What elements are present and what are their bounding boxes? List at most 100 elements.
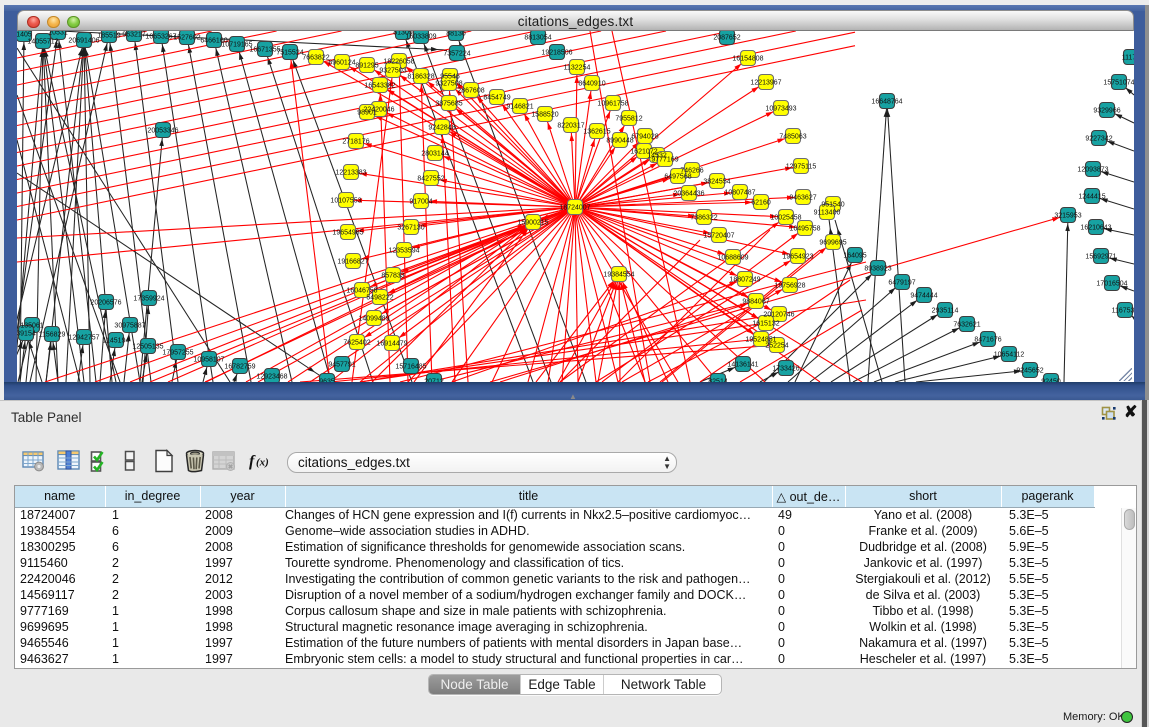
svg-text:8640910: 8640910 — [578, 81, 605, 88]
svg-text:8186328: 8186328 — [407, 74, 434, 81]
svg-text:10688609: 10688609 — [717, 255, 748, 262]
svg-text:16046758: 16046758 — [346, 288, 377, 295]
svg-text:7485063: 7485063 — [779, 134, 806, 141]
svg-text:95546: 95546 — [440, 74, 460, 81]
svg-text:8938923: 8938923 — [864, 266, 891, 273]
svg-text:7632621: 7632621 — [953, 322, 980, 329]
svg-text:19384554: 19384554 — [603, 272, 634, 279]
svg-text:2803144: 2803144 — [421, 151, 448, 158]
svg-text:1588520: 1588520 — [531, 112, 558, 119]
svg-text:10653267: 10653267 — [145, 34, 176, 41]
svg-text:1527602: 1527602 — [173, 35, 200, 42]
svg-text:20691406: 20691406 — [68, 38, 99, 45]
svg-text:20053346: 20053346 — [147, 128, 178, 135]
svg-text:7357224: 7357224 — [443, 51, 470, 58]
svg-text:12353594: 12353594 — [388, 248, 419, 255]
svg-text:8471676: 8471676 — [974, 337, 1001, 344]
svg-text:19166827: 19166827 — [337, 259, 368, 266]
svg-text:(x): (x) — [256, 457, 269, 469]
svg-text:7386322: 7386322 — [690, 215, 717, 222]
svg-text:19756928: 19756928 — [774, 283, 805, 290]
svg-text:20364436: 20364436 — [673, 191, 704, 198]
svg-text:14099489: 14099489 — [358, 316, 389, 323]
svg-text:12923468: 12923468 — [256, 374, 287, 381]
svg-text:8220317: 8220317 — [557, 123, 584, 130]
svg-text:9146821: 9146821 — [506, 104, 533, 111]
svg-text:7955812: 7955812 — [615, 116, 642, 123]
svg-text:6497568: 6497568 — [664, 174, 691, 181]
svg-text:9113400: 9113400 — [814, 210, 841, 217]
svg-text:12975115: 12975115 — [786, 164, 817, 171]
svg-text:16914479: 16914479 — [376, 341, 407, 348]
svg-text:88130: 88130 — [446, 31, 466, 38]
svg-text:16154808: 16154808 — [732, 56, 763, 63]
svg-text:5498222: 5498222 — [366, 295, 393, 302]
svg-text:16495758: 16495758 — [789, 226, 820, 233]
svg-text:18807249: 18807249 — [729, 277, 760, 284]
svg-text:8427552: 8427552 — [417, 176, 444, 183]
svg-text:1244415: 1244415 — [1078, 194, 1105, 201]
svg-text:9242848: 9242848 — [428, 125, 455, 132]
svg-text:963217: 963217 — [122, 32, 145, 39]
svg-text:12093873: 12093873 — [1077, 167, 1108, 174]
svg-text:10654112: 10654112 — [994, 352, 1025, 359]
svg-text:3267130: 3267130 — [397, 225, 424, 232]
svg-text:16543382: 16543382 — [364, 83, 395, 90]
svg-text:10958107: 10958107 — [193, 357, 224, 364]
svg-text:17359924: 17359924 — [133, 296, 164, 303]
svg-text:15751074: 15751074 — [1103, 80, 1134, 87]
svg-text:252254: 252254 — [765, 343, 788, 350]
svg-text:12213383: 12213383 — [335, 170, 366, 177]
svg-text:98901: 98901 — [357, 110, 377, 117]
svg-text:135061: 135061 — [20, 323, 43, 330]
svg-text:1156829: 1156829 — [39, 332, 66, 339]
svg-text:20206576: 20206576 — [90, 300, 121, 307]
svg-text:7515524: 7515524 — [276, 50, 303, 57]
svg-text:f: f — [249, 453, 256, 470]
svg-text:2718176: 2718176 — [342, 139, 369, 146]
svg-text:164095: 164095 — [843, 253, 866, 260]
svg-text:62160: 62160 — [751, 200, 771, 207]
svg-text:17957255: 17957255 — [162, 350, 193, 357]
svg-text:1167533: 1167533 — [1112, 308, 1134, 315]
svg-text:15720407: 15720407 — [703, 233, 734, 240]
svg-text:10107553: 10107553 — [330, 198, 361, 205]
svg-text:2935114: 2935114 — [932, 308, 959, 315]
svg-text:9329966: 9329966 — [1093, 108, 1120, 115]
svg-text:10807487: 10807487 — [724, 190, 755, 197]
svg-text:891295: 891295 — [355, 63, 378, 70]
svg-text:12505135: 12505135 — [132, 344, 163, 351]
svg-text:10961758: 10961758 — [597, 101, 628, 108]
svg-text:15692971: 15692971 — [1085, 254, 1116, 261]
svg-text:1733426: 1733426 — [772, 366, 799, 373]
svg-text:19218506: 19218506 — [541, 50, 572, 57]
svg-text:6794028: 6794028 — [631, 134, 658, 141]
svg-text:2867608: 2867608 — [457, 88, 484, 95]
svg-text:9327508: 9327508 — [435, 81, 462, 88]
svg-text:7625402: 7625402 — [343, 340, 370, 347]
svg-text:2087652: 2087652 — [713, 35, 740, 42]
svg-text:9327503: 9327503 — [379, 68, 406, 75]
svg-text:3875685: 3875685 — [435, 101, 462, 108]
svg-text:1362615: 1362615 — [583, 129, 610, 136]
svg-text:18724007: 18724007 — [559, 205, 590, 212]
svg-text:20120746: 20120746 — [763, 312, 794, 319]
svg-text:39154: 39154 — [17, 331, 36, 338]
svg-text:857833: 857833 — [381, 273, 404, 280]
svg-text:11172: 11172 — [1122, 55, 1134, 62]
svg-text:10973493: 10973493 — [765, 106, 796, 113]
svg-text:9463627: 9463627 — [789, 195, 816, 202]
svg-text:14136141: 14136141 — [727, 362, 758, 369]
svg-text:9699695: 9699695 — [819, 240, 846, 247]
svg-text:7663822: 7663822 — [302, 55, 329, 62]
svg-text:8990448: 8990448 — [606, 138, 633, 145]
svg-text:12213967: 12213967 — [750, 80, 781, 87]
svg-text:3824554: 3824554 — [703, 179, 730, 186]
svg-text:16033809: 16033809 — [405, 34, 436, 41]
svg-text:9227342: 9227342 — [1085, 136, 1112, 143]
svg-text:16210643: 16210643 — [1080, 225, 1111, 232]
svg-text:8813054: 8813054 — [524, 35, 551, 42]
svg-text:1405: 1405 — [17, 32, 32, 39]
svg-text:18226058: 18226058 — [383, 59, 414, 66]
svg-text:8454749: 8454749 — [483, 95, 510, 102]
